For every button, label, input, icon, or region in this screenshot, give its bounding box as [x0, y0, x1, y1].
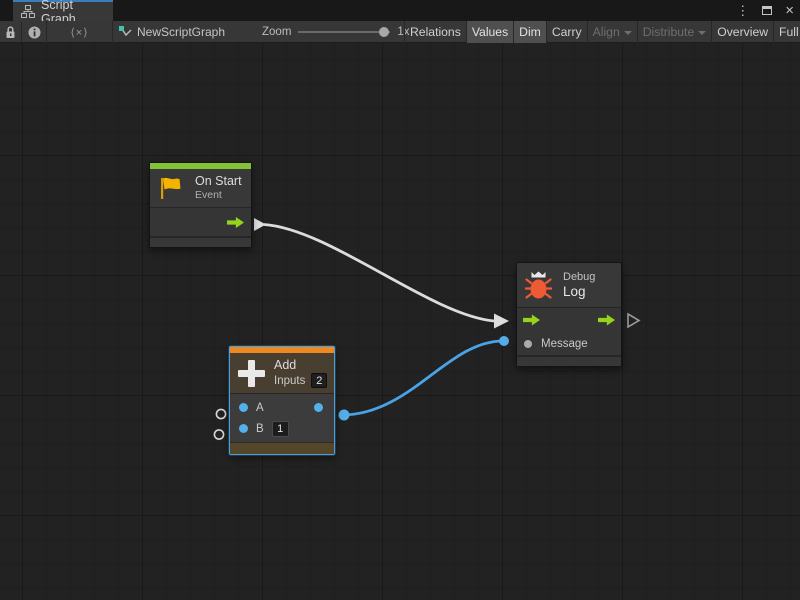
relations-button[interactable]: Relations	[404, 21, 466, 43]
input-b-value-field[interactable]: 1	[272, 421, 289, 437]
zoom-slider-track	[298, 31, 390, 33]
wire-onstart-to-log[interactable]	[264, 225, 494, 322]
message-port-label: Message	[541, 338, 588, 350]
node-title: Log	[563, 284, 595, 300]
script-graph-window: Script Graph ⋮ ×	[0, 0, 800, 600]
value-in-connector-icon[interactable]	[214, 430, 223, 439]
graph-tab-icon	[21, 5, 35, 18]
input-a-port[interactable]	[239, 403, 248, 412]
node-add[interactable]: Add Inputs 2 A B 1	[229, 346, 335, 455]
align-button[interactable]: Align	[587, 21, 637, 43]
tab-script-graph[interactable]: Script Graph	[13, 0, 113, 21]
node-debug-log[interactable]: Debug Log Message	[516, 262, 622, 367]
code-preview-button[interactable]: ⟨×⟩	[47, 21, 113, 43]
script-graph-asset-icon	[118, 25, 132, 39]
info-icon	[28, 26, 41, 39]
sum-out-port[interactable]	[314, 403, 323, 412]
code-icon: ⟨×⟩	[70, 26, 88, 39]
overview-button[interactable]: Overview	[711, 21, 773, 43]
flow-out-port[interactable]	[598, 314, 615, 327]
flow-out-port[interactable]	[227, 216, 244, 229]
zoom-slider-handle[interactable]	[379, 27, 389, 37]
node-title: Add	[274, 358, 327, 373]
bug-icon	[525, 269, 552, 300]
values-button[interactable]: Values	[466, 21, 513, 43]
plus-icon	[238, 360, 265, 387]
chevron-down-icon	[698, 31, 706, 35]
window-controls: ⋮ ×	[736, 0, 794, 21]
carry-button[interactable]: Carry	[546, 21, 587, 43]
zoom-slider[interactable]	[298, 21, 390, 43]
graph-name-label: NewScriptGraph	[137, 25, 225, 39]
lock-button[interactable]	[0, 21, 22, 43]
wire-start-triangle[interactable]	[254, 218, 266, 231]
info-button[interactable]	[22, 21, 47, 43]
node-footer	[517, 355, 621, 366]
input-b-port[interactable]	[239, 424, 248, 433]
node-subtitle: Event	[195, 189, 242, 202]
input-b-label: B	[256, 423, 264, 435]
dim-button[interactable]: Dim	[513, 21, 546, 43]
wire-endpoint-dot[interactable]	[339, 410, 350, 421]
graph-asset-button[interactable]: NewScriptGraph	[118, 21, 225, 43]
node-footer	[150, 236, 251, 247]
wire-endpoint-dot[interactable]	[499, 336, 509, 346]
node-category: Debug	[563, 270, 595, 284]
full-screen-button[interactable]: Full S	[773, 21, 800, 43]
distribute-button[interactable]: Distribute	[637, 21, 711, 43]
close-icon[interactable]: ×	[785, 3, 794, 18]
value-in-connector-icon[interactable]	[216, 409, 225, 418]
flow-out-connector-icon[interactable]	[628, 314, 639, 327]
chevron-down-icon	[624, 31, 632, 35]
toolbar-buttons: Relations Values Dim Carry Align Distrib…	[404, 21, 800, 43]
lock-icon	[5, 26, 16, 39]
graph-canvas[interactable]: On Start Event	[0, 43, 800, 600]
menu-icon[interactable]: ⋮	[736, 4, 749, 17]
flag-icon	[158, 176, 184, 200]
flow-in-port[interactable]	[523, 314, 540, 327]
zoom-label: Zoom	[262, 26, 291, 38]
node-on-start[interactable]: On Start Event	[149, 162, 252, 248]
wire-add-to-message[interactable]	[344, 341, 503, 415]
wire-arrowhead-icon	[494, 314, 509, 329]
input-a-label: A	[256, 402, 264, 414]
maximize-icon[interactable]	[762, 6, 772, 15]
node-title: On Start	[195, 174, 242, 189]
zoom-control: Zoom 1x	[262, 21, 410, 43]
graph-toolbar: ⟨×⟩ NewScriptGraph Zoom 1x Relations	[0, 21, 800, 43]
message-port[interactable]	[524, 340, 532, 348]
inputs-label: Inputs	[274, 375, 305, 387]
inputs-count-field[interactable]: 2	[311, 373, 327, 388]
title-bar: Script Graph ⋮ ×	[0, 0, 800, 21]
node-footer	[230, 442, 334, 454]
